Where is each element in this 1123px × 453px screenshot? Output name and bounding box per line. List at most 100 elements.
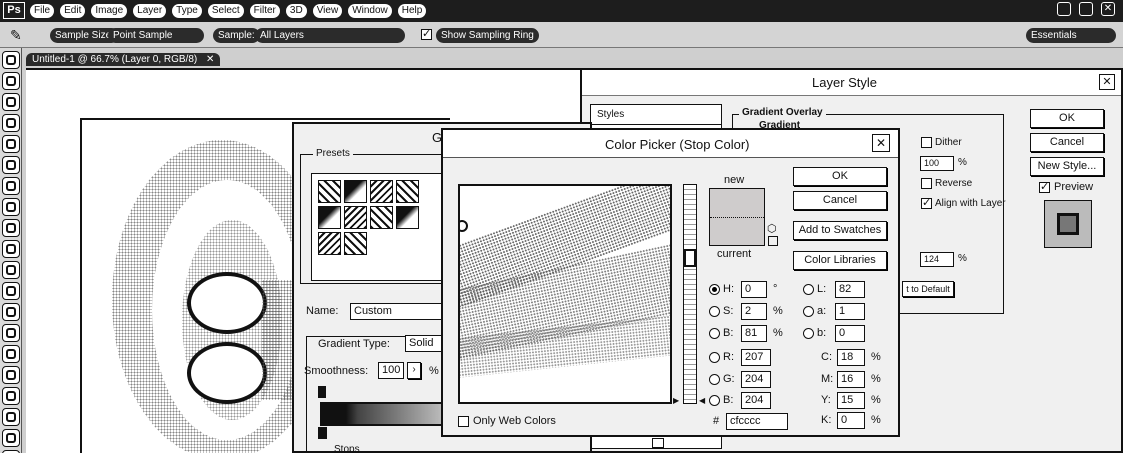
y-field[interactable]: 15 xyxy=(837,391,865,409)
c-field[interactable]: 18 xyxy=(837,348,865,366)
menu-item-help[interactable]: Help xyxy=(397,4,427,18)
path-select-tool-icon[interactable] xyxy=(2,387,20,405)
r-field[interactable]: 207 xyxy=(741,348,771,366)
b-field[interactable]: 81 xyxy=(741,324,767,342)
type-tool-icon[interactable] xyxy=(2,366,20,384)
minimize-icon[interactable] xyxy=(1057,2,1071,16)
l-field[interactable]: 82 xyxy=(835,280,865,298)
sample-size-select[interactable]: Point Sample xyxy=(108,28,204,43)
l-radio[interactable] xyxy=(803,283,814,295)
quick-select-tool-icon[interactable] xyxy=(2,114,20,132)
opacity-field[interactable]: 100 xyxy=(920,156,954,171)
smoothness-stepper-button[interactable]: › xyxy=(407,362,421,379)
s-radio[interactable] xyxy=(709,305,720,317)
smoothness-field[interactable]: 100 xyxy=(378,362,404,379)
color-picker-ok-button[interactable]: OK xyxy=(793,167,887,186)
gradient-preset-swatch[interactable] xyxy=(344,180,367,203)
eyedropper-tool-icon[interactable]: ✎ xyxy=(10,27,22,44)
history-brush-tool-icon[interactable] xyxy=(2,240,20,258)
k-field[interactable]: 0 xyxy=(837,411,865,429)
eyedropper-tool-icon[interactable] xyxy=(2,156,20,174)
gradient-tool-icon[interactable] xyxy=(2,282,20,300)
a-radio[interactable] xyxy=(803,305,814,317)
menu-item-type[interactable]: Type xyxy=(172,4,202,18)
gamut-warning-icon[interactable]: ⬡ xyxy=(767,222,777,235)
hex-field[interactable]: cfcccc xyxy=(726,413,788,430)
menu-item-edit[interactable]: Edit xyxy=(60,4,86,18)
menu-item-image[interactable]: Image xyxy=(91,4,128,18)
lab-b-radio[interactable] xyxy=(803,327,814,339)
document-tab[interactable]: Untitled-1 @ 66.7% (Layer 0, RGB/8) ✕ xyxy=(26,53,221,66)
menu-item-file[interactable]: File xyxy=(30,4,55,18)
layer-style-cancel-button[interactable]: Cancel xyxy=(1030,133,1104,152)
gradient-preset-swatch[interactable] xyxy=(396,180,419,203)
preview-checkbox[interactable] xyxy=(1039,180,1050,193)
color-field[interactable] xyxy=(458,184,672,404)
add-to-swatches-button[interactable]: Add to Swatches xyxy=(793,221,887,240)
m-field[interactable]: 16 xyxy=(837,370,865,388)
r-radio[interactable] xyxy=(709,351,720,363)
color-libraries-button[interactable]: Color Libraries xyxy=(793,251,887,270)
layer-style-close-icon[interactable]: ✕ xyxy=(1099,74,1115,90)
workspace-switcher[interactable]: Essentials xyxy=(1026,28,1116,43)
h-radio[interactable] xyxy=(709,283,720,295)
scale-field[interactable]: 124 xyxy=(920,252,954,267)
shape-tool-icon[interactable] xyxy=(2,408,20,426)
gradient-preset-swatch[interactable] xyxy=(318,206,341,229)
gradient-bar[interactable] xyxy=(320,402,444,426)
crop-tool-icon[interactable] xyxy=(2,135,20,153)
gradient-preset-swatch[interactable] xyxy=(370,180,393,203)
h-field[interactable]: 0 xyxy=(741,280,767,298)
hue-slider-handle[interactable] xyxy=(684,249,696,267)
hue-slider[interactable] xyxy=(683,184,697,404)
name-field[interactable]: Custom xyxy=(350,303,450,320)
close-icon[interactable]: ✕ xyxy=(1101,2,1115,16)
healing-tool-icon[interactable] xyxy=(2,177,20,195)
color-picker-cancel-button[interactable]: Cancel xyxy=(793,191,887,210)
move-tool-icon[interactable] xyxy=(2,51,20,69)
menu-item-3d[interactable]: 3D xyxy=(285,4,307,18)
reset-to-default-button[interactable]: t to Default xyxy=(902,281,954,297)
dodge-tool-icon[interactable] xyxy=(2,324,20,342)
menu-item-filter[interactable]: Filter xyxy=(249,4,280,18)
brush-tool-icon[interactable] xyxy=(2,198,20,216)
align-with-layer-checkbox[interactable] xyxy=(921,196,932,209)
marquee-tool-icon[interactable] xyxy=(2,72,20,90)
restore-icon[interactable] xyxy=(1079,2,1093,16)
opacity-stop-marker[interactable] xyxy=(318,386,326,398)
menu-item-window[interactable]: Window xyxy=(348,4,392,18)
gradient-preset-swatch[interactable] xyxy=(318,180,341,203)
g-radio[interactable] xyxy=(709,373,720,385)
g-field[interactable]: 204 xyxy=(741,370,771,388)
reverse-checkbox[interactable] xyxy=(921,177,932,189)
web-safe-icon[interactable] xyxy=(768,236,778,246)
gradient-preset-swatch[interactable] xyxy=(344,232,367,255)
only-web-colors-checkbox[interactable] xyxy=(458,415,469,427)
menu-item-select[interactable]: Select xyxy=(207,4,244,18)
gradient-preset-swatch[interactable] xyxy=(344,206,367,229)
menu-item-layer[interactable]: Layer xyxy=(133,4,167,18)
show-sampling-ring-checkbox[interactable] xyxy=(421,27,432,40)
b-radio[interactable] xyxy=(709,327,720,339)
color-field-selector[interactable] xyxy=(460,220,468,232)
dither-checkbox[interactable] xyxy=(921,136,932,148)
color-stop-marker[interactable] xyxy=(318,427,327,439)
current-color-swatch[interactable] xyxy=(710,218,764,245)
gradient-type-select[interactable]: Solid xyxy=(405,335,445,352)
blue-field[interactable]: 204 xyxy=(741,391,771,409)
stamp-tool-icon[interactable] xyxy=(2,219,20,237)
blur-tool-icon[interactable] xyxy=(2,303,20,321)
blue-radio[interactable] xyxy=(709,394,720,406)
hand-tool-icon[interactable] xyxy=(2,429,20,447)
menu-item-view[interactable]: View xyxy=(312,4,343,18)
document-tab-close-icon[interactable]: ✕ xyxy=(206,54,214,65)
s-field[interactable]: 2 xyxy=(741,302,767,320)
eraser-tool-icon[interactable] xyxy=(2,261,20,279)
styles-label[interactable]: Styles xyxy=(591,105,721,125)
layer-style-ok-button[interactable]: OK xyxy=(1030,109,1104,128)
lab-b-field[interactable]: 0 xyxy=(835,324,865,342)
pen-tool-icon[interactable] xyxy=(2,345,20,363)
gradient-preset-swatch[interactable] xyxy=(318,232,341,255)
a-field[interactable]: 1 xyxy=(835,302,865,320)
new-style-button[interactable]: New Style... xyxy=(1030,157,1104,176)
